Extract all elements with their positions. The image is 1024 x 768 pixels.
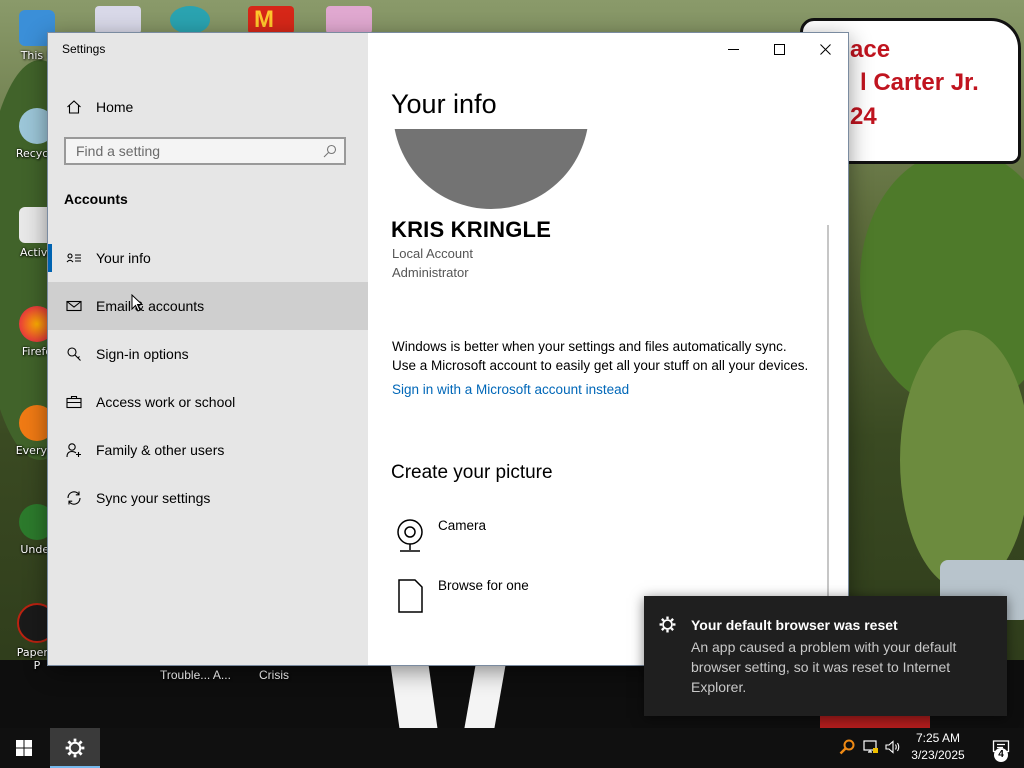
briefcase-icon — [64, 392, 84, 412]
wallpaper-sticker — [820, 714, 930, 728]
settings-window: Settings Home Accounts Your info Email &… — [48, 33, 848, 665]
gear-icon — [659, 616, 676, 633]
browse-label: Browse for one — [438, 578, 529, 593]
nav-item-email-accounts[interactable]: Email & accounts — [48, 282, 368, 330]
camera-option[interactable]: Camera — [391, 518, 651, 562]
notification-count-badge: 4 — [994, 748, 1008, 762]
sync-description-line: Windows is better when your settings and… — [392, 339, 787, 354]
nav-item-label: Your info — [96, 250, 151, 266]
nav-item-label: Access work or school — [96, 394, 236, 410]
mouse-cursor-icon — [131, 294, 143, 312]
nav-item-label: Sign-in options — [96, 346, 189, 362]
desktop-app-icon[interactable]: M — [248, 6, 294, 34]
content-pane: Your info KRIS KRINGLE Local Account Adm… — [391, 33, 831, 665]
navigation-pane: Settings Home Accounts Your info Email &… — [48, 33, 368, 665]
taskbar-clock[interactable]: 7:25 AM 3/23/2025 — [904, 730, 972, 764]
nav-item-access-work-or-school[interactable]: Access work or school — [48, 378, 368, 426]
search-box[interactable] — [64, 137, 346, 165]
sync-description: Windows is better when your settings and… — [392, 337, 832, 375]
sign-text: 24 — [850, 103, 877, 130]
account-role: Administrator — [392, 265, 469, 280]
taskbar-settings-app[interactable] — [50, 728, 100, 768]
nav-item-family-other-users[interactable]: Family & other users — [48, 426, 368, 474]
toast-body: An app caused a problem with your defaul… — [691, 639, 957, 695]
sign-text: l Carter Jr. — [860, 69, 979, 96]
window-title: Settings — [62, 42, 106, 56]
sync-description-line: Use a Microsoft account to easily get al… — [392, 358, 809, 373]
person-add-icon — [64, 440, 84, 460]
taskbar: 7:25 AM 3/23/2025 4 — [0, 728, 1024, 768]
nav-item-label: Family & other users — [96, 442, 225, 458]
contact-card-icon — [64, 248, 84, 268]
clock-time: 7:25 AM — [915, 731, 961, 745]
camera-icon — [397, 519, 423, 552]
speaker-icon — [885, 740, 900, 754]
avatar-circle — [393, 129, 589, 209]
nav-home[interactable]: Home — [48, 90, 368, 124]
nav-item-sync-settings[interactable]: Sync your settings — [48, 474, 368, 522]
tray-search-app-icon[interactable] — [838, 738, 856, 756]
magnifier-icon — [839, 739, 855, 755]
nav-home-label: Home — [96, 99, 134, 115]
sync-icon — [64, 488, 84, 508]
search-input[interactable] — [66, 139, 336, 163]
nav-item-label: Sync your settings — [96, 490, 211, 506]
home-icon — [64, 97, 84, 117]
sign-text: ace — [850, 36, 891, 63]
desktop-app-icon[interactable] — [95, 6, 141, 34]
user-name: KRIS KRINGLE — [391, 217, 552, 242]
desktop-icon-label[interactable]: Trouble... A... — [160, 668, 231, 682]
gear-icon — [65, 738, 85, 758]
mail-icon — [64, 296, 84, 316]
scrollbar[interactable] — [827, 225, 829, 645]
key-icon — [64, 344, 84, 364]
desktop-app-icon[interactable] — [170, 6, 210, 34]
start-button[interactable] — [0, 728, 48, 768]
account-type: Local Account — [392, 246, 473, 261]
page-title: Your info — [391, 89, 497, 119]
toast-notification[interactable]: Your default browser was reset An app ca… — [644, 596, 1007, 716]
wallpaper-foliage — [900, 330, 1024, 590]
section-heading: Accounts — [64, 191, 128, 207]
network-icon — [863, 740, 878, 753]
nav-item-label: Email & accounts — [96, 298, 205, 314]
browse-option[interactable]: Browse for one — [391, 578, 651, 622]
mcdonalds-logo-icon: M — [254, 6, 274, 33]
microsoft-account-link[interactable]: Sign in with a Microsoft account instead — [392, 382, 629, 397]
windows-logo-icon — [16, 740, 32, 756]
search-icon — [323, 144, 337, 158]
desktop-icon-label[interactable]: Crisis — [259, 668, 289, 682]
avatar[interactable] — [393, 129, 589, 211]
tray-network-icon[interactable] — [862, 738, 880, 756]
clock-date: 3/23/2025 — [911, 748, 965, 762]
nav-item-sign-in-options[interactable]: Sign-in options — [48, 330, 368, 378]
file-icon — [398, 579, 423, 613]
create-picture-heading: Create your picture — [391, 462, 553, 483]
nav-item-your-info[interactable]: Your info — [48, 234, 368, 282]
camera-label: Camera — [438, 518, 487, 533]
toast-title: Your default browser was reset — [691, 617, 898, 633]
desktop-app-icon[interactable] — [326, 6, 372, 34]
tray-volume-icon[interactable] — [884, 738, 902, 756]
